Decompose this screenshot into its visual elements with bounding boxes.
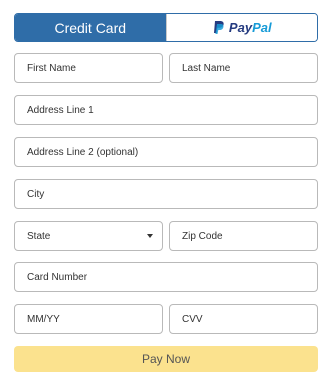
address-line-2-placeholder: Address Line 2 (optional) xyxy=(27,146,139,158)
paypal-pal-text: Pal xyxy=(252,20,272,35)
payment-method-tabs: Credit Card Pay Pal xyxy=(14,13,318,42)
pay-now-label: Pay Now xyxy=(141,352,191,366)
tab-paypal[interactable]: Pay Pal xyxy=(165,14,317,41)
paypal-pay-text: Pay xyxy=(228,20,253,35)
last-name-input[interactable]: Last Name xyxy=(169,53,318,83)
city-placeholder: City xyxy=(27,188,45,200)
address-line-2-input[interactable]: Address Line 2 (optional) xyxy=(14,137,318,167)
card-number-input[interactable]: Card Number xyxy=(14,262,318,292)
city-input[interactable]: City xyxy=(14,179,318,209)
address-line-1-input[interactable]: Address Line 1 xyxy=(14,95,318,125)
zip-code-placeholder: Zip Code xyxy=(182,230,223,242)
card-number-placeholder: Card Number xyxy=(27,271,88,283)
cvv-input[interactable]: CVV xyxy=(169,304,318,334)
first-name-input[interactable]: First Name xyxy=(14,53,163,83)
tab-credit-card-label: Credit Card xyxy=(54,19,127,36)
paypal-logo-icon xyxy=(213,21,224,34)
zip-code-input[interactable]: Zip Code xyxy=(169,221,318,251)
cvv-placeholder: CVV xyxy=(182,313,203,325)
address-line-1-placeholder: Address Line 1 xyxy=(27,104,94,116)
state-select[interactable]: State xyxy=(14,221,163,251)
expiry-placeholder: MM/YY xyxy=(27,313,60,325)
payment-form: Credit Card Pay Pal First Name Last Name … xyxy=(0,0,333,383)
tab-credit-card[interactable]: Credit Card xyxy=(15,14,166,41)
state-placeholder: State xyxy=(27,230,51,242)
chevron-down-icon xyxy=(147,234,153,238)
last-name-placeholder: Last Name xyxy=(182,62,231,74)
paypal-logo: Pay Pal xyxy=(212,20,272,35)
expiry-input[interactable]: MM/YY xyxy=(14,304,163,334)
pay-now-button[interactable]: Pay Now xyxy=(14,346,318,372)
first-name-placeholder: First Name xyxy=(27,62,76,74)
